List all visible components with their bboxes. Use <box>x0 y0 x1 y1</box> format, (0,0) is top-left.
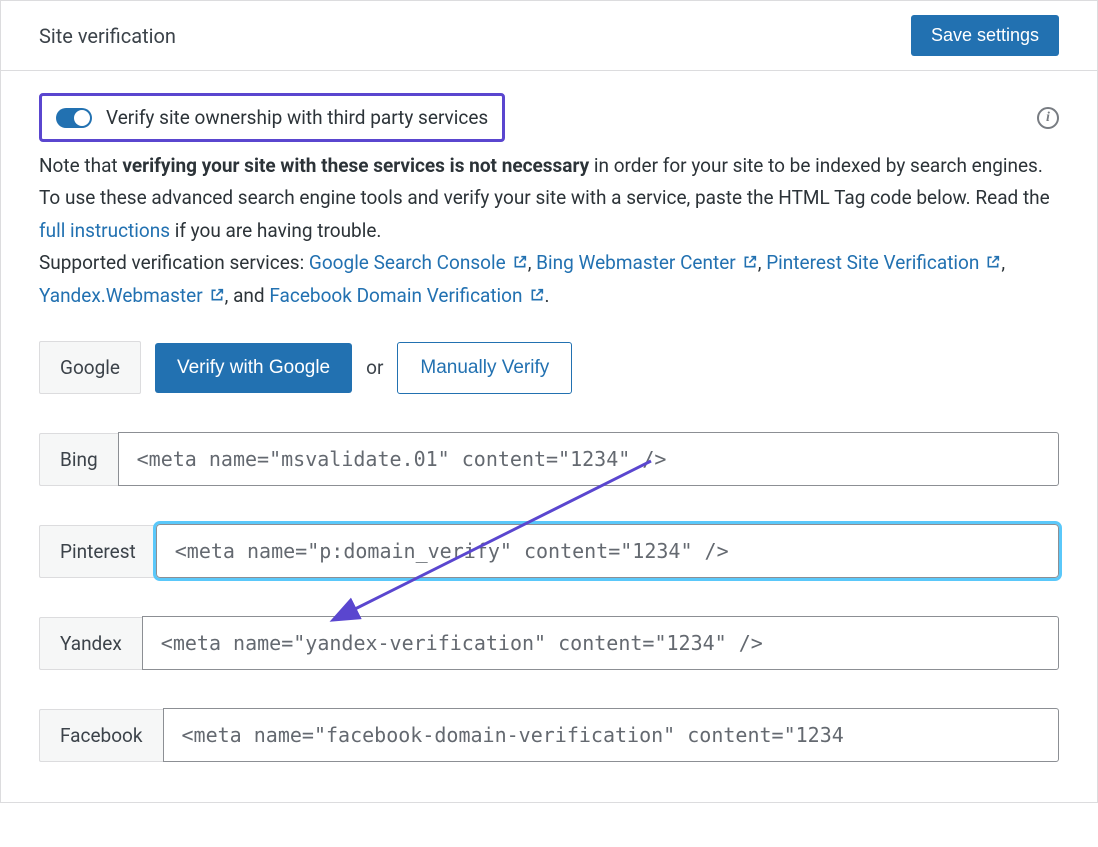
pinterest-field-row: Pinterest <box>39 524 1059 578</box>
note-prefix: Note that <box>39 154 122 177</box>
link-facebook-verification[interactable]: Facebook Domain Verification <box>269 284 544 307</box>
facebook-field-row: Facebook <box>39 708 1059 762</box>
verify-with-google-button[interactable]: Verify with Google <box>155 343 352 393</box>
verify-toggle[interactable] <box>56 108 92 128</box>
external-link-icon <box>209 281 225 313</box>
panel-title: Site verification <box>39 24 176 48</box>
note-after-instr: if you are having trouble. <box>170 219 381 242</box>
site-verification-panel: Site verification Save settings Verify s… <box>0 0 1098 803</box>
yandex-label: Yandex <box>39 617 142 670</box>
external-link-icon <box>742 248 758 280</box>
link-yandex-webmaster[interactable]: Yandex.Webmaster <box>39 284 225 307</box>
save-settings-button[interactable]: Save settings <box>911 15 1059 56</box>
supported-prefix: Supported verification services: <box>39 251 309 274</box>
link-bing-webmaster[interactable]: Bing Webmaster Center <box>536 251 758 274</box>
description-text: Note that verifying your site with these… <box>39 150 1059 313</box>
pinterest-label: Pinterest <box>39 525 156 578</box>
facebook-label: Facebook <box>39 709 163 762</box>
link-google-search-console[interactable]: Google Search Console <box>309 251 528 274</box>
verify-toggle-row: Verify site ownership with third party s… <box>39 93 505 142</box>
external-link-icon <box>529 281 545 313</box>
google-field-row: Google Verify with Google or Manually Ve… <box>39 341 1059 394</box>
google-label: Google <box>39 341 141 394</box>
pinterest-input[interactable] <box>156 524 1059 578</box>
facebook-input[interactable] <box>163 708 1059 762</box>
bing-input[interactable] <box>118 432 1059 486</box>
link-pinterest-verification[interactable]: Pinterest Site Verification <box>766 251 1001 274</box>
verify-toggle-label: Verify site ownership with third party s… <box>106 106 488 129</box>
panel-header: Site verification Save settings <box>1 1 1097 71</box>
info-icon[interactable]: i <box>1037 107 1059 129</box>
manually-verify-button[interactable]: Manually Verify <box>397 342 572 394</box>
note-bold: verifying your site with these services … <box>122 154 589 177</box>
yandex-input[interactable] <box>142 616 1059 670</box>
or-separator: or <box>366 356 383 379</box>
full-instructions-link[interactable]: full instructions <box>39 219 170 242</box>
bing-field-row: Bing <box>39 432 1059 486</box>
fields-container: Google Verify with Google or Manually Ve… <box>39 341 1059 762</box>
external-link-icon <box>512 248 528 280</box>
external-link-icon <box>985 248 1001 280</box>
panel-body: Verify site ownership with third party s… <box>1 71 1097 802</box>
bing-label: Bing <box>39 433 118 486</box>
yandex-field-row: Yandex <box>39 616 1059 670</box>
